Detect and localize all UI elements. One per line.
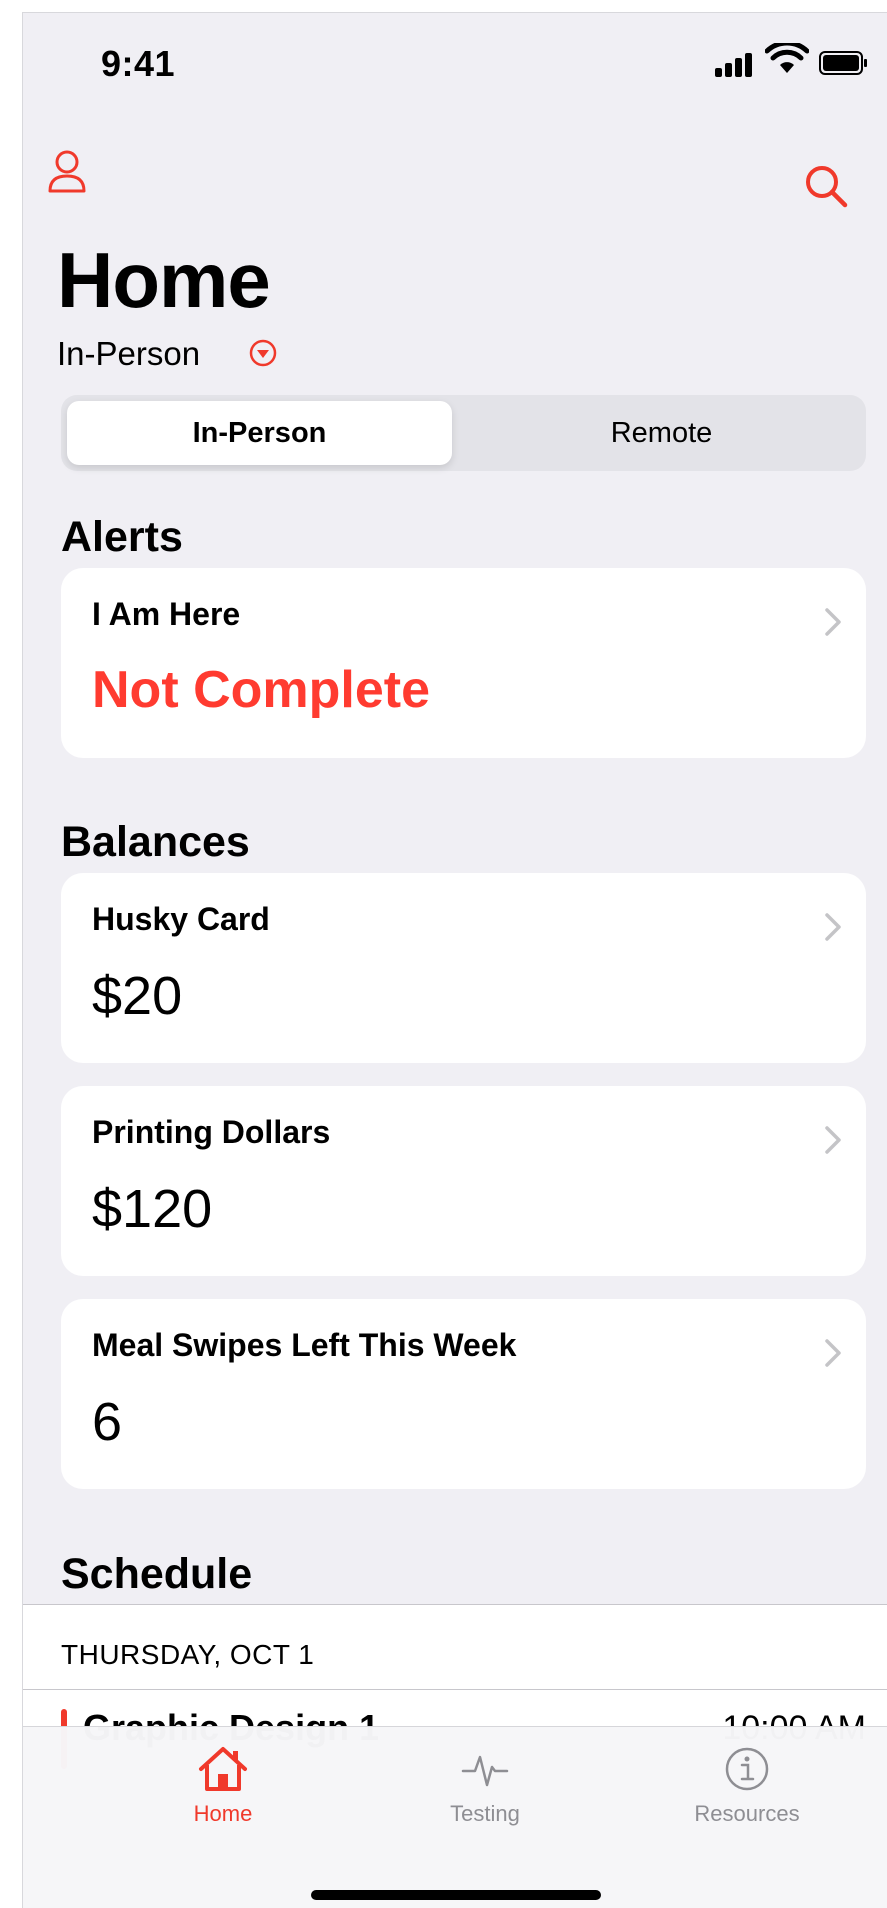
balance-card-meal-swipes[interactable]: Meal Swipes Left This Week 6 <box>61 1299 866 1489</box>
schedule-day-header: THURSDAY, OCT 1 <box>61 1639 315 1670</box>
divider <box>23 1689 887 1690</box>
card-label: Printing Dollars <box>92 1114 331 1150</box>
balance-card-printing[interactable]: Printing Dollars $120 <box>61 1086 866 1276</box>
card-label: I Am Here <box>92 596 241 632</box>
tab-resources[interactable]: Resources <box>647 1745 847 1827</box>
tab-home[interactable]: Home <box>123 1745 323 1827</box>
tab-testing[interactable]: Testing <box>385 1745 585 1827</box>
alerts-heading: Alerts <box>61 513 183 561</box>
search-icon[interactable] <box>803 163 849 209</box>
chevron-right-icon <box>825 1339 841 1367</box>
chevron-right-icon <box>825 608 841 636</box>
segment-in-person[interactable]: In-Person <box>67 401 452 465</box>
balances-heading: Balances <box>61 818 250 866</box>
chevron-right-icon <box>825 913 841 941</box>
segment-remote[interactable]: Remote <box>469 401 854 465</box>
card-value: $20 <box>92 966 183 1026</box>
battery-icon <box>819 51 867 75</box>
card-status: Not Complete <box>92 661 430 719</box>
tab-label: Testing <box>450 1801 520 1826</box>
status-time: 9:41 <box>101 43 176 84</box>
profile-icon[interactable] <box>47 149 87 193</box>
card-value: $120 <box>92 1179 213 1239</box>
waveform-icon <box>461 1755 509 1787</box>
balance-card-husky[interactable]: Husky Card $20 <box>61 873 866 1063</box>
house-icon <box>199 1747 247 1791</box>
card-label: Husky Card <box>92 901 270 937</box>
chevron-right-icon <box>825 1126 841 1154</box>
tab-label: Resources <box>694 1801 800 1826</box>
info-icon <box>725 1747 769 1791</box>
mode-subtitle[interactable]: In-Person <box>57 335 200 373</box>
tab-label: Home <box>193 1801 253 1826</box>
chevron-down-circle-icon[interactable] <box>247 337 279 369</box>
mode-segmented-control: In-Person Remote <box>61 395 866 471</box>
card-label: Meal Swipes Left This Week <box>92 1327 517 1363</box>
wifi-icon <box>765 43 809 73</box>
app-screen: 9:41 Home In-Person In-Person Remote Ale… <box>22 12 887 1908</box>
schedule-heading: Schedule <box>61 1550 253 1598</box>
cellular-signal-icon <box>715 51 755 77</box>
home-indicator[interactable] <box>311 1890 601 1900</box>
alert-card-i-am-here[interactable]: I Am Here Not Complete <box>61 568 866 758</box>
page-title: Home <box>57 236 271 324</box>
tab-bar: Home Testing Resources <box>23 1726 887 1908</box>
card-value: 6 <box>92 1392 123 1452</box>
